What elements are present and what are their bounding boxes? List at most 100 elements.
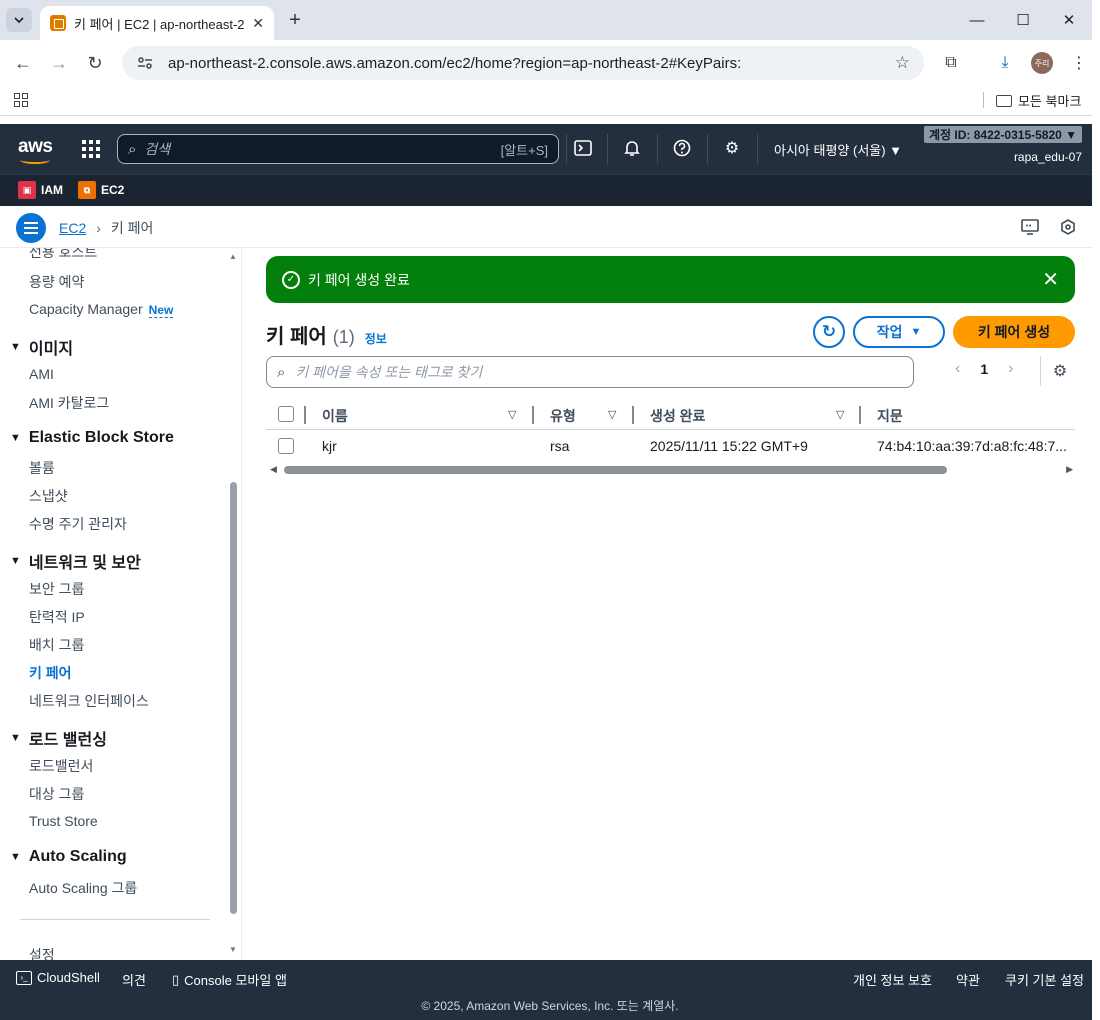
cloudshell-icon[interactable] (573, 138, 593, 158)
nav-section-ebs[interactable]: ▼ Elastic Block Store (10, 429, 174, 447)
nav-link-ami[interactable]: AMI (29, 366, 54, 382)
bookmark-star-icon[interactable]: ☆ (895, 53, 910, 73)
refresh-button[interactable]: ↻ (813, 316, 845, 348)
footer-terms-link[interactable]: 약관 (956, 970, 980, 989)
help-icon[interactable] (672, 138, 692, 158)
nav-link-volumes[interactable]: 볼륨 (29, 458, 55, 478)
download-icon[interactable]: ⤓ (992, 50, 1018, 76)
sort-caret-icon[interactable]: ▽ (608, 408, 616, 421)
sort-caret-icon[interactable]: ▽ (508, 408, 516, 421)
column-divider[interactable] (859, 406, 861, 424)
scroll-up-arrow-icon[interactable]: ▲ (229, 252, 237, 261)
dismiss-close-icon[interactable]: ✕ (1042, 267, 1059, 292)
footer-mobile-app-link[interactable]: ▯ Console 모바일 앱 (172, 970, 287, 989)
previous-page-icon[interactable]: ‹ (955, 360, 960, 378)
row-select-checkbox[interactable] (278, 438, 294, 454)
settings-gear-icon[interactable]: ⚙ (722, 138, 742, 158)
next-page-icon[interactable]: › (1008, 360, 1013, 378)
column-header-fingerprint[interactable]: 지문 (877, 406, 903, 426)
feedback-screen-icon[interactable] (1021, 218, 1039, 236)
notifications-bell-icon[interactable] (622, 138, 642, 158)
table-horizontal-scrollbar[interactable]: ◀ ▶ (266, 464, 1075, 476)
close-window-icon[interactable]: ✕ (1046, 0, 1092, 40)
nav-link-key-pairs[interactable]: 키 페어 (29, 663, 72, 683)
footer-cloudshell-button[interactable]: ›_ CloudShell (16, 970, 100, 985)
tab-close-icon[interactable]: ✕ (252, 15, 264, 32)
url-text[interactable]: ap-northeast-2.console.aws.amazon.com/ec… (168, 55, 895, 72)
nav-section-network-security[interactable]: ▼ 네트워크 및 보안 (10, 549, 141, 573)
region-selector[interactable]: 아시아 태평양 (서울) ▼ (774, 140, 902, 159)
apps-grid-icon[interactable] (14, 93, 28, 107)
browser-menu-icon[interactable]: ⋮ (1066, 50, 1092, 76)
refresh-icon: ↻ (821, 322, 837, 341)
back-icon[interactable]: ← (10, 50, 36, 76)
sidenav-scrollbar[interactable] (230, 482, 237, 914)
aws-search-input[interactable]: ⌕ 검색 [알트+S] (117, 134, 559, 164)
nav-section-label: Elastic Block Store (28, 429, 174, 446)
nav-section-images[interactable]: ▼ 이미지 (10, 335, 73, 359)
tab-search-button[interactable] (6, 8, 32, 32)
filter-search-input[interactable]: ⌕ 키 페어을 속성 또는 태그로 찾기 (266, 356, 914, 388)
select-all-checkbox[interactable] (278, 406, 294, 422)
nav-link-ami-catalog[interactable]: AMI 카탈로그 (29, 393, 109, 413)
nav-section-load-balancing[interactable]: ▼ 로드 밸런싱 (10, 726, 107, 750)
scrollbar-thumb[interactable] (284, 466, 947, 474)
footer-feedback-link[interactable]: 의견 (122, 970, 146, 989)
address-bar[interactable]: ap-northeast-2.console.aws.amazon.com/ec… (122, 46, 924, 80)
all-bookmarks-button[interactable]: 모든 북마크 (996, 91, 1081, 110)
extensions-icon[interactable]: ⧉ (938, 50, 964, 76)
table-header-row: 이름 ▽ 유형 ▽ 생성 완료 ▽ 지문 (266, 398, 1075, 430)
side-nav-toggle-icon[interactable] (16, 213, 46, 243)
site-settings-icon[interactable] (136, 54, 154, 72)
scroll-right-arrow-icon[interactable]: ▶ (1066, 464, 1073, 475)
footer-privacy-link[interactable]: 개인 정보 보호 (853, 970, 932, 989)
new-tab-button[interactable]: + (284, 8, 306, 32)
minimize-icon[interactable]: — (954, 0, 1000, 40)
aws-logo[interactable]: aws (18, 136, 53, 164)
create-key-pair-button[interactable]: 키 페어 생성 (953, 316, 1075, 348)
forward-icon[interactable]: → (46, 50, 72, 76)
profile-avatar[interactable]: 주리 (1031, 52, 1053, 74)
favorite-ec2[interactable]: ⧉ EC2 (78, 181, 124, 199)
column-header-type[interactable]: 유형 (550, 406, 576, 426)
table-row[interactable]: kjr rsa 2025/11/11 15:22 GMT+9 74:b4:10:… (266, 430, 1075, 462)
footer-cookies-link[interactable]: 쿠키 기본 설정 (1005, 970, 1084, 989)
account-id-badge[interactable]: 계정 ID: 8422-0315-5820 ▼ (924, 126, 1083, 143)
reload-icon[interactable]: ↻ (82, 50, 108, 76)
nav-link-target-groups[interactable]: 대상 그룹 (29, 784, 84, 804)
nav-link-network-interfaces[interactable]: 네트워크 인터페이스 (29, 691, 149, 711)
nav-link-label: Capacity Manager (29, 301, 143, 317)
column-divider[interactable] (632, 406, 634, 424)
actions-dropdown[interactable]: 작업 ▼ (853, 316, 945, 348)
cell-type: rsa (550, 438, 570, 454)
services-menu-icon[interactable] (82, 140, 100, 158)
info-link[interactable]: 정보 (365, 330, 387, 347)
column-divider[interactable] (532, 406, 534, 424)
user-menu[interactable]: rapa_edu-07 (1014, 150, 1082, 164)
settings-hex-icon[interactable] (1059, 218, 1077, 236)
nav-link-load-balancers[interactable]: 로드밸런서 (29, 756, 93, 776)
nav-link-capacity-reservations[interactable]: 용량 예약 (29, 272, 84, 292)
scroll-left-arrow-icon[interactable]: ◀ (270, 464, 277, 475)
column-header-created[interactable]: 생성 완료 (650, 406, 705, 426)
nav-link-lifecycle-manager[interactable]: 수명 주기 관리자 (29, 514, 127, 534)
nav-link-auto-scaling-groups[interactable]: Auto Scaling 그룹 (29, 878, 137, 898)
browser-tab-active[interactable]: 키 페어 | EC2 | ap-northeast-2 ✕ (40, 6, 274, 40)
sort-caret-icon[interactable]: ▽ (836, 408, 844, 421)
table-preferences-gear-icon[interactable]: ⚙ (1051, 362, 1069, 380)
nav-section-auto-scaling[interactable]: ▼ Auto Scaling (10, 848, 127, 866)
nav-link-security-groups[interactable]: 보안 그룹 (29, 579, 84, 599)
current-page-number[interactable]: 1 (980, 361, 988, 377)
nav-link-settings[interactable]: 설정 (29, 945, 55, 960)
nav-link-dedicated-hosts[interactable]: 전용 호스트 (29, 248, 97, 262)
nav-link-capacity-manager[interactable]: Capacity Manager New (29, 301, 174, 318)
breadcrumb-ec2-link[interactable]: EC2 (59, 220, 86, 236)
nav-link-placement-groups[interactable]: 배치 그룹 (29, 635, 84, 655)
maximize-icon[interactable]: ☐ (1000, 0, 1046, 40)
column-header-name[interactable]: 이름 (322, 406, 348, 426)
scroll-down-arrow-icon[interactable]: ▼ (229, 945, 237, 954)
nav-link-snapshots[interactable]: 스냅샷 (29, 486, 68, 506)
nav-link-elastic-ips[interactable]: 탄력적 IP (29, 607, 85, 627)
favorite-iam[interactable]: ▣ IAM (18, 181, 63, 199)
nav-link-trust-stores[interactable]: Trust Store (29, 813, 98, 829)
